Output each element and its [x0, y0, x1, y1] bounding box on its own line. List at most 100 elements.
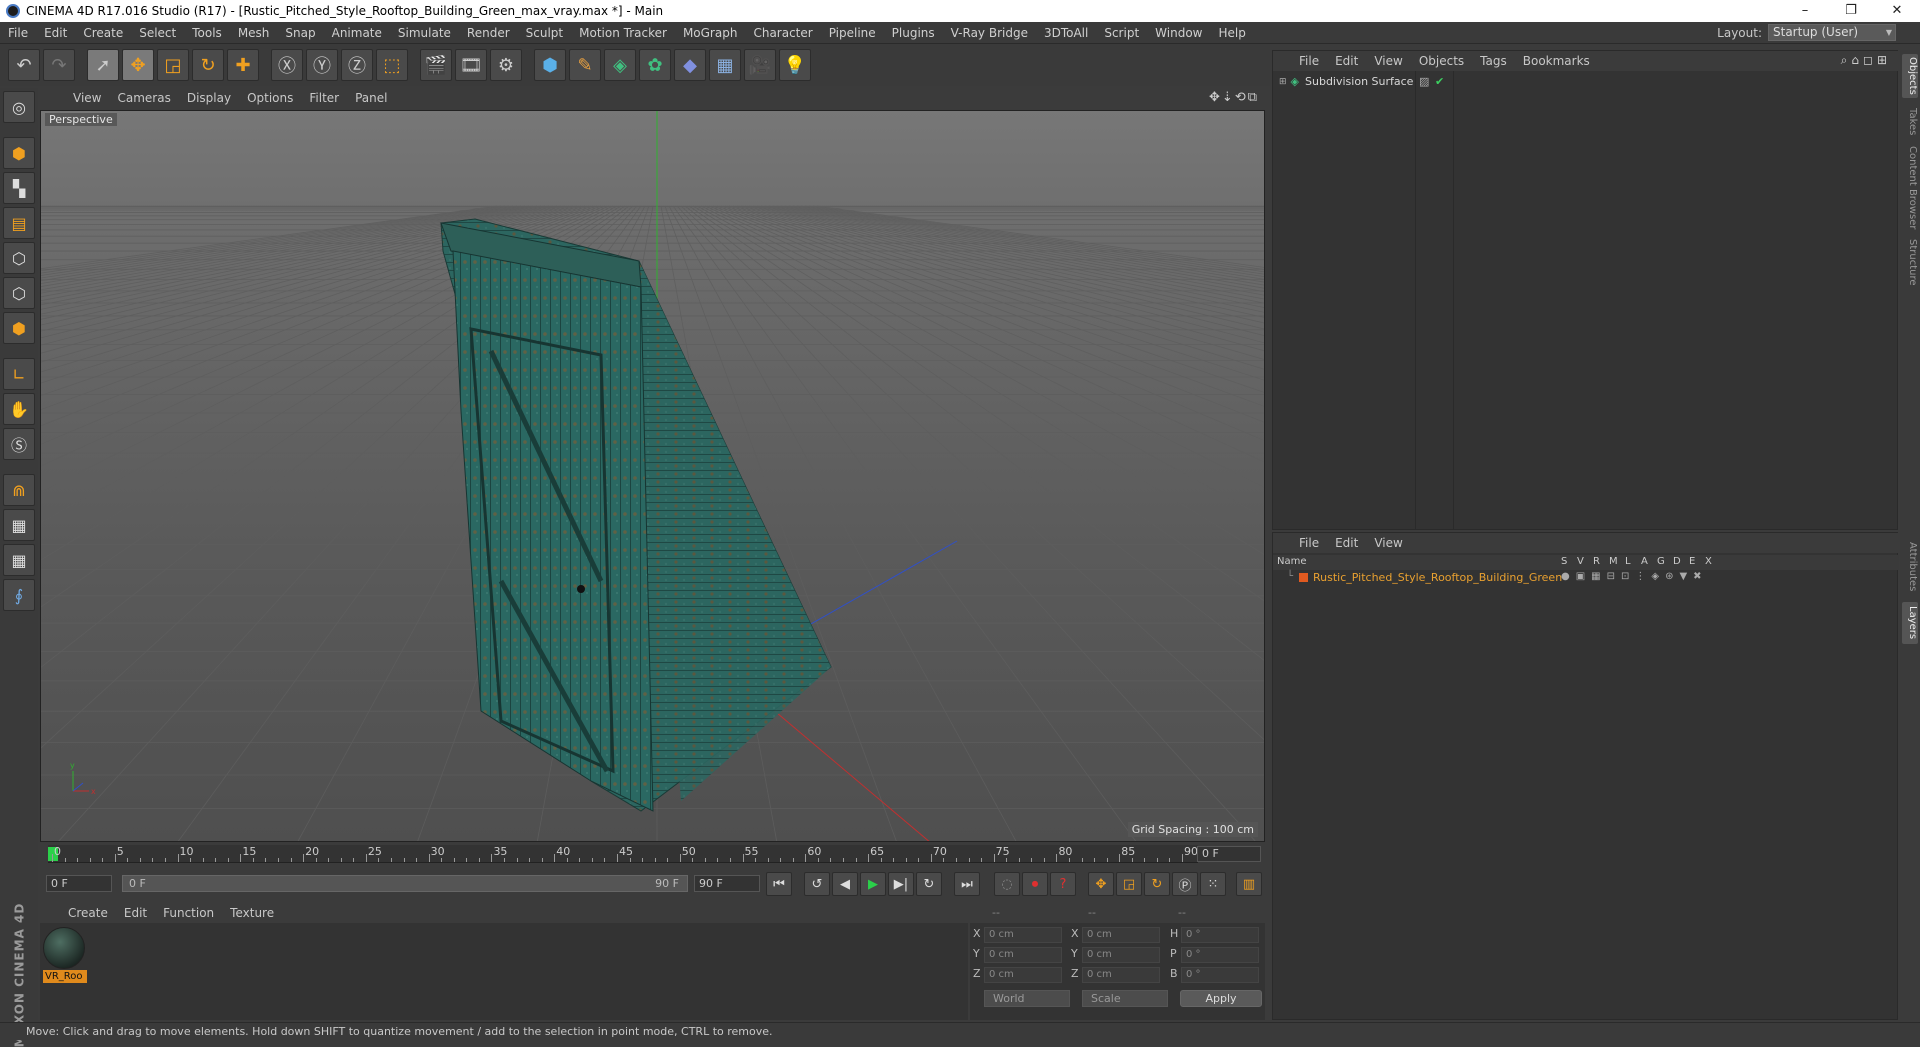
scale-tool-icon[interactable]: ◲ [157, 49, 189, 81]
snapping-icon[interactable]: Ⓢ [3, 428, 35, 460]
restore-icon[interactable]: ❐ [1828, 0, 1874, 22]
object-row-subdivision-surface[interactable]: ⊞ ◈ Subdivision Surface ▨ ✔ [1273, 73, 1899, 90]
texture-mode-icon[interactable]: ▚ [3, 172, 35, 204]
menu-sculpt[interactable]: Sculpt [518, 26, 571, 40]
auto-keying-icon[interactable]: ⏺ [1022, 872, 1048, 896]
points-mode-icon[interactable]: ⬡ [3, 242, 35, 274]
position-z-field[interactable]: 0 cm [984, 967, 1062, 983]
polygons-mode-icon[interactable]: ⬢ [3, 312, 35, 344]
layer-row[interactable]: └ Rustic_Pitched_Style_Rooftop_Building_… [1273, 571, 1899, 586]
menu-edit[interactable]: Edit [36, 26, 75, 40]
floor-scene-icon[interactable]: ▦ [709, 49, 741, 81]
spline-pen-icon[interactable]: ✎ [569, 49, 601, 81]
minimize-icon[interactable]: – [1782, 0, 1828, 22]
workplane-icon[interactable]: ▤ [3, 207, 35, 239]
expand-icon[interactable]: ⊞ [1279, 77, 1287, 87]
python-icon[interactable]: ∮ [3, 579, 35, 611]
x-axis-lock-icon[interactable]: Ⓧ [271, 49, 303, 81]
position-y-field[interactable]: 0 cm [984, 947, 1062, 963]
viewport-menu-cameras[interactable]: Cameras [109, 91, 178, 105]
tab-takes[interactable]: Takes [1902, 104, 1918, 140]
next-key-icon[interactable]: ↻ [916, 872, 942, 896]
record-keys-icon[interactable]: ◌ [994, 872, 1020, 896]
model-mode-icon[interactable]: ⬢ [3, 137, 35, 169]
tab-objects[interactable]: Objects [1902, 54, 1918, 98]
viewport-menu-display[interactable]: Display [179, 91, 239, 105]
next-frame-icon[interactable]: ▶| [888, 872, 914, 896]
preview-range-slider[interactable]: 0 F 90 F [122, 875, 688, 892]
menu-snap[interactable]: Snap [277, 26, 323, 40]
visibility-toggle-icon[interactable]: ▨ [1419, 75, 1429, 88]
material-menu-function[interactable]: Function [155, 906, 222, 920]
subdivision-surface-icon[interactable]: ◈ [604, 49, 636, 81]
parameter-key-icon[interactable]: Ⓟ [1172, 872, 1198, 896]
objects-menu-file[interactable]: File [1291, 54, 1327, 68]
coordinate-system-icon[interactable]: ⬚ [376, 49, 408, 81]
current-frame-field[interactable]: 0 F [1197, 846, 1261, 862]
objects-menu-bookmarks[interactable]: Bookmarks [1515, 54, 1598, 68]
menu-mograph[interactable]: MoGraph [675, 26, 746, 40]
timeline-window-icon[interactable]: ▥ [1236, 872, 1262, 896]
tab-content-browser[interactable]: Content Browser [1902, 146, 1918, 230]
timeline-ruler[interactable]: 0 5 10 15 20 25 30 35 40 45 50 55 60 65 70 75 80 85 90 [48, 845, 1198, 863]
menu-create[interactable]: Create [75, 26, 131, 40]
menu-tools[interactable]: Tools [184, 26, 230, 40]
cube-primitive-icon[interactable]: ⬢ [534, 49, 566, 81]
coordinate-mode-dropdown[interactable]: World [984, 990, 1070, 1007]
layer-color-swatch[interactable] [1299, 573, 1308, 582]
menu-file[interactable]: File [0, 26, 36, 40]
size-z-field[interactable]: 0 cm [1082, 967, 1160, 983]
material-menu-texture[interactable]: Texture [222, 906, 282, 920]
viewport-menu-options[interactable]: Options [239, 91, 301, 105]
rotate-tool-icon[interactable]: ↻ [192, 49, 224, 81]
tab-structure[interactable]: Structure [1902, 236, 1918, 288]
recent-tool-icon[interactable]: ✚ [227, 49, 259, 81]
menu-character[interactable]: Character [745, 26, 820, 40]
objects-menu-objects[interactable]: Objects [1411, 54, 1472, 68]
apply-button[interactable]: Apply [1180, 990, 1262, 1007]
perspective-viewport[interactable]: y x Perspective Grid Spacing : 100 cm [40, 110, 1265, 842]
object-manager-search-icons[interactable]: ⌕⌂◻⊞ [1841, 53, 1891, 68]
keyframe-selection-icon[interactable]: ? [1050, 872, 1076, 896]
previous-key-icon[interactable]: ↺ [804, 872, 830, 896]
objects-menu-tags[interactable]: Tags [1472, 54, 1515, 68]
viewport-menu-panel[interactable]: Panel [347, 91, 395, 105]
layers-menu-edit[interactable]: Edit [1327, 536, 1366, 550]
locked-workplane-icon[interactable]: ▦ [3, 509, 35, 541]
tweak-mode-icon[interactable]: ✋ [3, 393, 35, 425]
z-axis-lock-icon[interactable]: Ⓩ [341, 49, 373, 81]
rotation-b-field[interactable]: 0 ° [1181, 967, 1259, 983]
rotation-h-field[interactable]: 0 ° [1181, 927, 1259, 943]
tab-layers[interactable]: Layers [1902, 602, 1918, 644]
size-mode-dropdown[interactable]: Scale [1082, 990, 1168, 1007]
undo-icon[interactable]: ↶ [8, 49, 40, 81]
material-menu-edit[interactable]: Edit [116, 906, 155, 920]
menu-animate[interactable]: Animate [324, 26, 390, 40]
redo-icon[interactable]: ↷ [43, 49, 75, 81]
size-x-field[interactable]: 0 cm [1082, 927, 1160, 943]
menu-mesh[interactable]: Mesh [230, 26, 278, 40]
y-axis-lock-icon[interactable]: Ⓨ [306, 49, 338, 81]
menu-motion-tracker[interactable]: Motion Tracker [571, 26, 675, 40]
menu-render[interactable]: Render [459, 26, 518, 40]
move-tool-icon[interactable]: ✥ [122, 49, 154, 81]
array-generator-icon[interactable]: ✿ [639, 49, 671, 81]
material-menu-create[interactable]: Create [60, 906, 116, 920]
layers-menu-file[interactable]: File [1291, 536, 1327, 550]
menu-3dtoall[interactable]: 3DToAll [1036, 26, 1096, 40]
menu-pipeline[interactable]: Pipeline [821, 26, 884, 40]
go-to-start-icon[interactable]: ⏮ [766, 872, 792, 896]
point-level-animation-icon[interactable]: ⁙ [1200, 872, 1226, 896]
render-view-icon[interactable]: 🎬 [420, 49, 452, 81]
layers-menu-view[interactable]: View [1366, 536, 1410, 550]
rotation-key-icon[interactable]: ↻ [1144, 872, 1170, 896]
menu-simulate[interactable]: Simulate [390, 26, 459, 40]
light-icon[interactable]: 💡 [779, 49, 811, 81]
previous-frame-icon[interactable]: ◀ [832, 872, 858, 896]
viewport-menu-filter[interactable]: Filter [301, 91, 347, 105]
viewport-menu-view[interactable]: View [65, 91, 109, 105]
layer-toggle-icons[interactable]: ●▣▦⊟⊡⋮◈⊛▼✖ [1561, 571, 1708, 582]
menu-script[interactable]: Script [1096, 26, 1147, 40]
viewport-navigation-icons[interactable]: ✥⇣⟲⧉ [1209, 90, 1259, 105]
objects-menu-edit[interactable]: Edit [1327, 54, 1366, 68]
